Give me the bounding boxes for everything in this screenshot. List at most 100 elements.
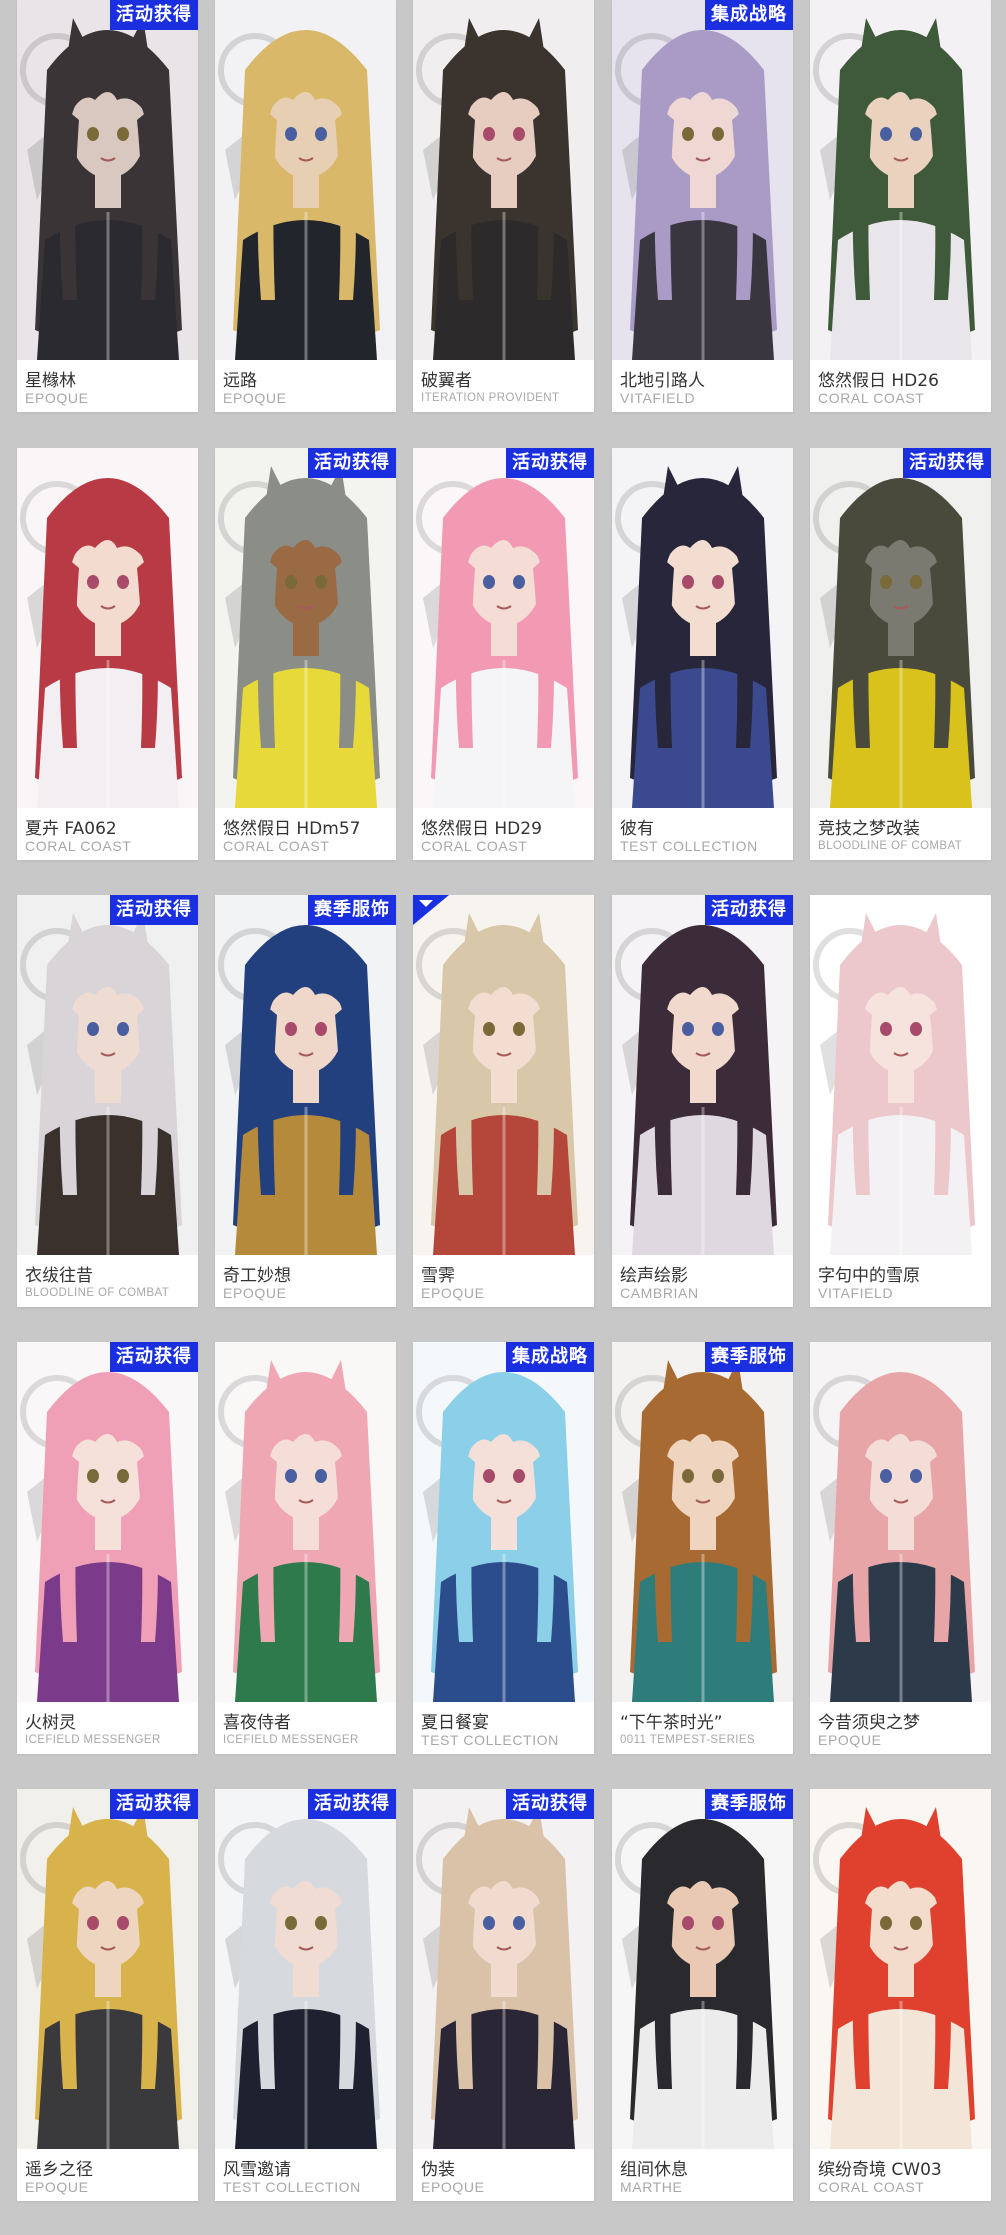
skin-name: 星橼林 [25,371,76,391]
skin-name: 彼有 [620,819,654,839]
skin-name: 北地引路人 [620,371,705,391]
skin-brand: BLOODLINE OF COMBAT [25,1287,170,1299]
skin-caption: 夏卉 FA062 CORAL COAST [17,808,198,860]
skin-card[interactable]: 彼有 TEST COLLECTION [612,448,793,860]
skin-card[interactable]: 活动获得 风雪邀请 TEST COLLECTION [215,1789,396,2201]
source-badge: 活动获得 [506,1789,594,1819]
skin-brand: CORAL COAST [25,838,132,854]
skin-card[interactable]: 赛季服饰 “下午茶时光” 0011 TEMPEST-SERIES [612,1342,793,1754]
skin-card[interactable]: 活动获得 伪装 EPOQUE [413,1789,594,2201]
skin-caption: 北地引路人 VITAFIELD [612,360,793,412]
skin-name: 绘声绘影 [620,1266,688,1286]
skin-name: 远路 [223,371,257,391]
source-badge: 活动获得 [506,448,594,478]
skin-caption: 组间休息 MARTHE [612,2149,793,2201]
skin-card[interactable]: 悠然假日 HD26 CORAL COAST [810,0,991,412]
skin-card[interactable]: 活动获得火树灵 ICEFIELD MESSENGER [17,1342,198,1754]
skin-artwork [215,895,396,1255]
skin-name: 竞技之梦改装 [818,819,920,839]
source-badge: 活动获得 [308,1789,396,1819]
skin-card[interactable]: 雪霁 EPOQUE [413,895,594,1307]
skin-caption: 今昔须臾之梦 EPOQUE [810,1702,991,1754]
brand-corner-icon [413,895,449,925]
skin-grid: 活动获得 星橼林 EPOQUE 远路 EPOQUE 破翼者 ITERATION PROVID… [0,0,1006,2235]
skin-brand: CORAL COAST [818,390,925,406]
skin-card[interactable]: 活动获得竞技之梦改装 BLOODLINE OF COMBAT [810,448,991,860]
skin-caption: “下午茶时光” 0011 TEMPEST-SERIES [612,1702,793,1754]
skin-brand: CORAL COAST [818,2179,925,2195]
skin-card[interactable]: 字句中的雪原 VITAFIELD [810,895,991,1307]
skin-caption: 喜夜侍者 ICEFIELD MESSENGER [215,1702,396,1754]
skin-card[interactable]: 集成战略 北地引路人 VITAFIELD [612,0,793,412]
skin-card[interactable]: 活动获得悠然假日 HDm57 CORAL COAST [215,448,396,860]
skin-name: 夏日餐宴 [421,1713,489,1733]
skin-name: “下午茶时光” [620,1713,723,1733]
skin-brand: BLOODLINE OF COMBAT [818,840,963,852]
skin-brand: TEST COLLECTION [223,2179,361,2195]
source-badge: 活动获得 [308,448,396,478]
skin-artwork [215,1342,396,1702]
source-badge: 活动获得 [903,448,991,478]
skin-name: 悠然假日 HDm57 [223,819,361,839]
skin-card[interactable]: 活动获得 悠然假日 HD29 CORAL COAST [413,448,594,860]
skin-card[interactable]: 破翼者 ITERATION PROVIDENT [413,0,594,412]
skin-artwork [810,895,991,1255]
skin-artwork [810,1342,991,1702]
skin-brand: EPOQUE [421,2179,485,2195]
skin-brand: ICEFIELD MESSENGER [25,1734,161,1746]
skin-name: 组间休息 [620,2160,688,2180]
skin-brand: VITAFIELD [620,390,696,406]
skin-caption: 绘声绘影 CAMBRIAN [612,1255,793,1307]
source-badge: 赛季服饰 [705,1342,793,1372]
skin-artwork [17,1789,198,2149]
skin-caption: 悠然假日 HD26 CORAL COAST [810,360,991,412]
skin-caption: 奇工妙想 EPOQUE [215,1255,396,1307]
skin-artwork [612,1342,793,1702]
skin-card[interactable]: 夏卉 FA062 CORAL COAST [17,448,198,860]
skin-artwork [612,1789,793,2149]
skin-brand: EPOQUE [25,2179,89,2195]
skin-name: 火树灵 [25,1713,76,1733]
skin-brand: MARTHE [620,2179,683,2195]
skin-caption: 星橼林 EPOQUE [17,360,198,412]
skin-brand: EPOQUE [223,390,287,406]
skin-name: 今昔须臾之梦 [818,1713,920,1733]
skin-brand: EPOQUE [25,390,89,406]
skin-caption: 火树灵 ICEFIELD MESSENGER [17,1702,198,1754]
source-badge: 赛季服饰 [308,895,396,925]
skin-name: 悠然假日 HD29 [421,819,542,839]
skin-name: 破翼者 [421,371,472,391]
skin-card[interactable]: 今昔须臾之梦 EPOQUE [810,1342,991,1754]
skin-artwork [612,895,793,1255]
skin-card[interactable]: 活动获得 星橼林 EPOQUE [17,0,198,412]
skin-name: 夏卉 FA062 [25,819,117,839]
skin-card[interactable]: 赛季服饰 组间休息 MARTHE [612,1789,793,2201]
skin-caption: 悠然假日 HDm57 CORAL COAST [215,808,396,860]
skin-card[interactable]: 活动获得 衣绂往昔 BLOODLINE OF COMBAT [17,895,198,1307]
skin-brand: TEST COLLECTION [421,1732,559,1748]
skin-card[interactable]: 活动获得 绘声绘影 CAMBRIAN [612,895,793,1307]
skin-artwork [215,448,396,808]
skin-brand: VITAFIELD [818,1285,894,1301]
source-badge: 集成战略 [506,1342,594,1372]
skin-card[interactable]: 远路 EPOQUE [215,0,396,412]
skin-brand: CORAL COAST [223,838,330,854]
skin-name: 缤纷奇境 CW03 [818,2160,942,2180]
skin-card[interactable]: 缤纷奇境 CW03 CORAL COAST [810,1789,991,2201]
skin-artwork [215,0,396,360]
skin-card[interactable]: 喜夜侍者 ICEFIELD MESSENGER [215,1342,396,1754]
skin-card[interactable]: 活动获得遥乡之径 EPOQUE [17,1789,198,2201]
skin-brand: EPOQUE [223,1285,287,1301]
skin-brand: TEST COLLECTION [620,838,758,854]
skin-caption: 破翼者 ITERATION PROVIDENT [413,360,594,412]
skin-card[interactable]: 赛季服饰奇工妙想 EPOQUE [215,895,396,1307]
skin-caption: 遥乡之径 EPOQUE [17,2149,198,2201]
skin-name: 雪霁 [421,1266,455,1286]
source-badge: 活动获得 [110,1789,198,1819]
skin-name: 悠然假日 HD26 [818,371,939,391]
skin-caption: 远路 EPOQUE [215,360,396,412]
source-badge: 活动获得 [110,1342,198,1372]
skin-brand: ICEFIELD MESSENGER [223,1734,359,1746]
skin-card[interactable]: 集成战略夏日餐宴 TEST COLLECTION [413,1342,594,1754]
skin-artwork [612,448,793,808]
